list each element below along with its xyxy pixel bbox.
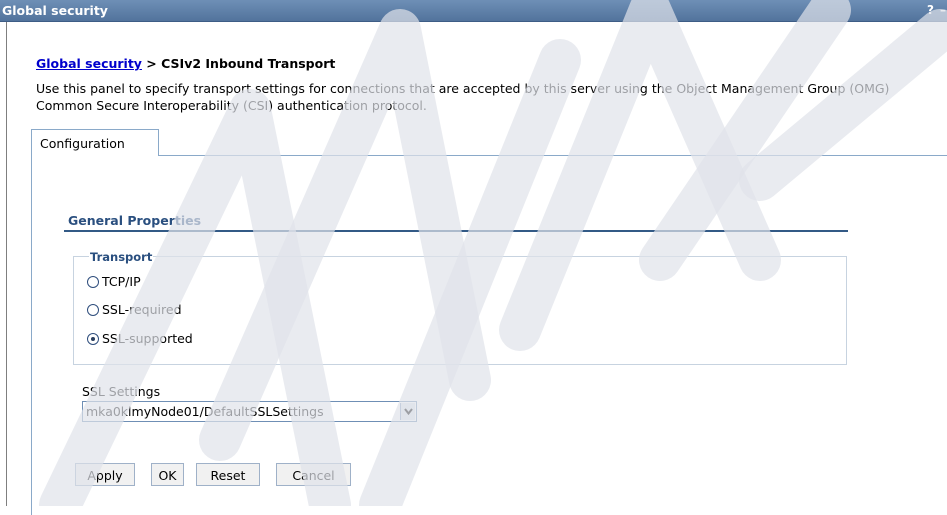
help-icon[interactable]: ?: [927, 3, 934, 17]
chevron-down-icon[interactable]: [400, 403, 415, 420]
radio-ssl-supported-label: SSL-supported: [102, 331, 193, 346]
radio-tcp-ip-label: TCP/IP: [102, 274, 141, 289]
radio-ssl-required-label: SSL-required: [102, 302, 182, 317]
title-bar-text: Global security: [2, 3, 108, 18]
breadcrumb-link-global-security[interactable]: Global security: [36, 56, 142, 71]
tab-configuration-label: Configuration: [40, 136, 125, 151]
cancel-button[interactable]: Cancel: [276, 463, 351, 486]
radio-button-icon[interactable]: [87, 303, 99, 316]
page-description: Use this panel to specify transport sett…: [36, 81, 890, 113]
page-title: CSIv2 Inbound Transport: [161, 56, 336, 71]
tab-configuration[interactable]: Configuration: [31, 129, 159, 156]
ssl-settings-label: SSL Settings: [82, 384, 161, 399]
radio-ssl-supported[interactable]: SSL-supported: [87, 331, 193, 346]
breadcrumb: Global security > CSIv2 Inbound Transpor…: [36, 56, 335, 71]
radio-button-selected-icon[interactable]: [87, 332, 99, 345]
reset-button[interactable]: Reset: [196, 463, 260, 486]
general-properties-divider: [64, 230, 848, 232]
radio-ssl-required[interactable]: SSL-required: [87, 302, 182, 317]
radio-tcp-ip[interactable]: TCP/IP: [87, 274, 141, 289]
transport-legend: Transport: [89, 250, 154, 264]
breadcrumb-separator: >: [141, 56, 162, 71]
ssl-settings-select[interactable]: mka0klmyNode01/DefaultSSLSettings: [82, 401, 417, 422]
ssl-settings-value: mka0klmyNode01/DefaultSSLSettings: [86, 404, 324, 419]
ok-button[interactable]: OK: [151, 463, 184, 486]
radio-button-icon[interactable]: [87, 275, 99, 288]
general-properties-heading: General Properties: [68, 213, 202, 228]
left-border: [6, 22, 7, 506]
title-bar: Global security ? –: [0, 0, 947, 22]
minimize-icon[interactable]: –: [940, 3, 946, 17]
transport-group: [73, 256, 847, 365]
apply-button[interactable]: Apply: [75, 463, 135, 486]
